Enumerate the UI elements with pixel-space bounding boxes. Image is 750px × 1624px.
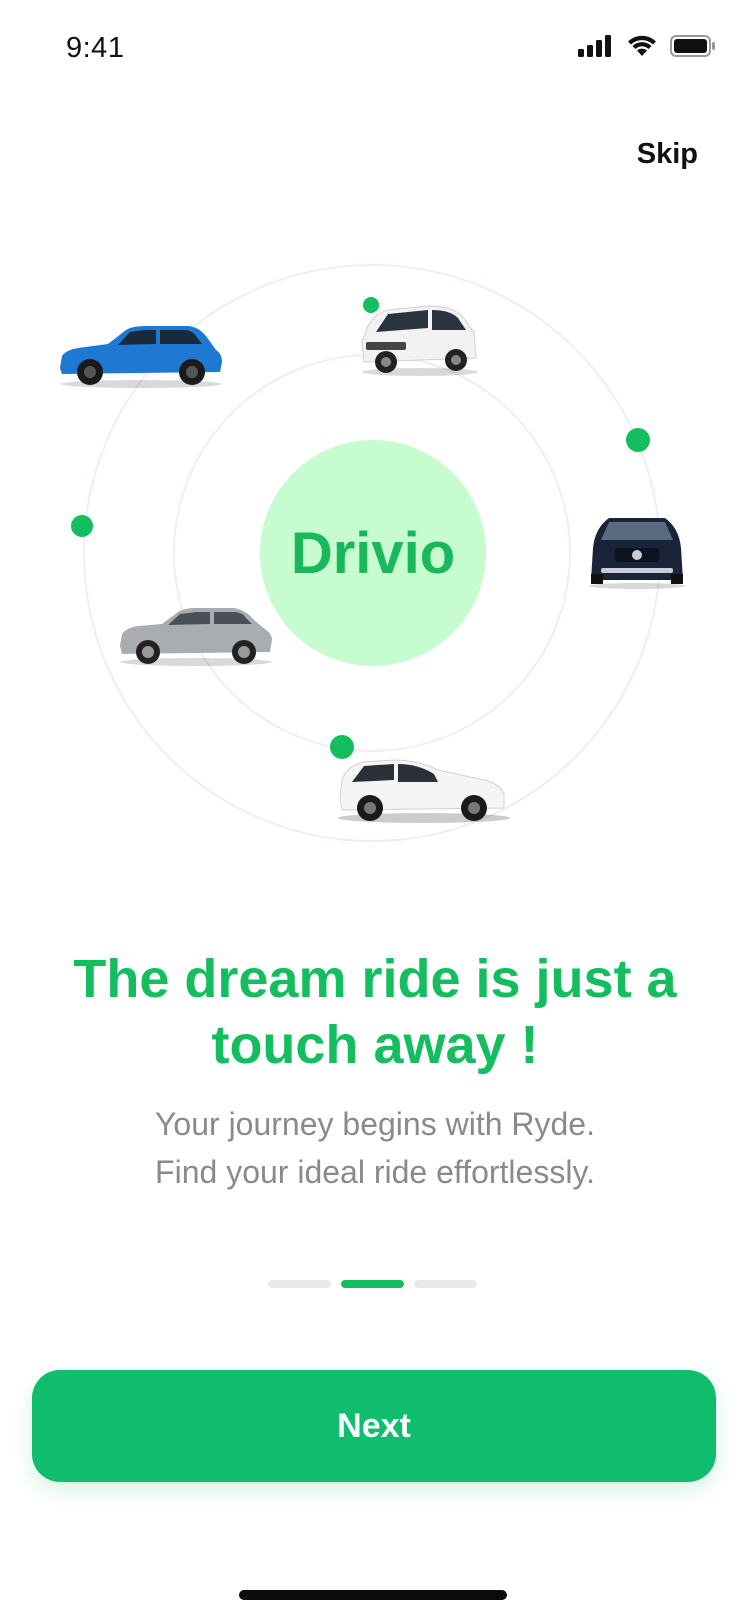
home-indicator	[239, 1590, 507, 1600]
orbit-dot	[71, 515, 93, 537]
page-indicator-dot-active	[341, 1280, 404, 1288]
subtitle-line-2: Find your ideal ride effortlessly.	[155, 1154, 595, 1190]
next-button[interactable]: Next	[32, 1370, 716, 1482]
wifi-icon	[628, 35, 656, 56]
orbit-illustration: Drivio	[0, 230, 750, 870]
status-bar: 9:41	[0, 0, 750, 100]
blue-suv-icon	[60, 326, 222, 388]
app-logo: Drivio	[260, 440, 486, 666]
next-button-label: Next	[337, 1406, 411, 1445]
onboarding-headline: The dream ride is just a touch away !	[30, 946, 720, 1078]
page-indicator-dot	[268, 1280, 331, 1288]
status-icons	[578, 34, 716, 58]
subtitle-line-1: Your journey begins with Ryde.	[155, 1106, 595, 1142]
white-suv-icon	[361, 305, 478, 376]
battery-icon	[670, 35, 715, 57]
silver-suv-icon	[120, 608, 272, 666]
headline-line-1: The dream ride is just a	[73, 949, 677, 1009]
signal-icon	[578, 35, 611, 57]
page-indicator-dot	[414, 1280, 477, 1288]
dark-suv-icon	[589, 518, 685, 589]
white-hatchback-icon	[338, 759, 510, 823]
page-indicator	[268, 1280, 477, 1288]
orbit-dot	[626, 428, 650, 452]
skip-button[interactable]: Skip	[637, 138, 698, 171]
status-time: 9:41	[66, 32, 125, 64]
onboarding-subtitle: Your journey begins with Ryde. Find your…	[60, 1100, 690, 1196]
headline-line-2: touch away !	[211, 1015, 539, 1075]
app-logo-text: Drivio	[290, 520, 456, 586]
